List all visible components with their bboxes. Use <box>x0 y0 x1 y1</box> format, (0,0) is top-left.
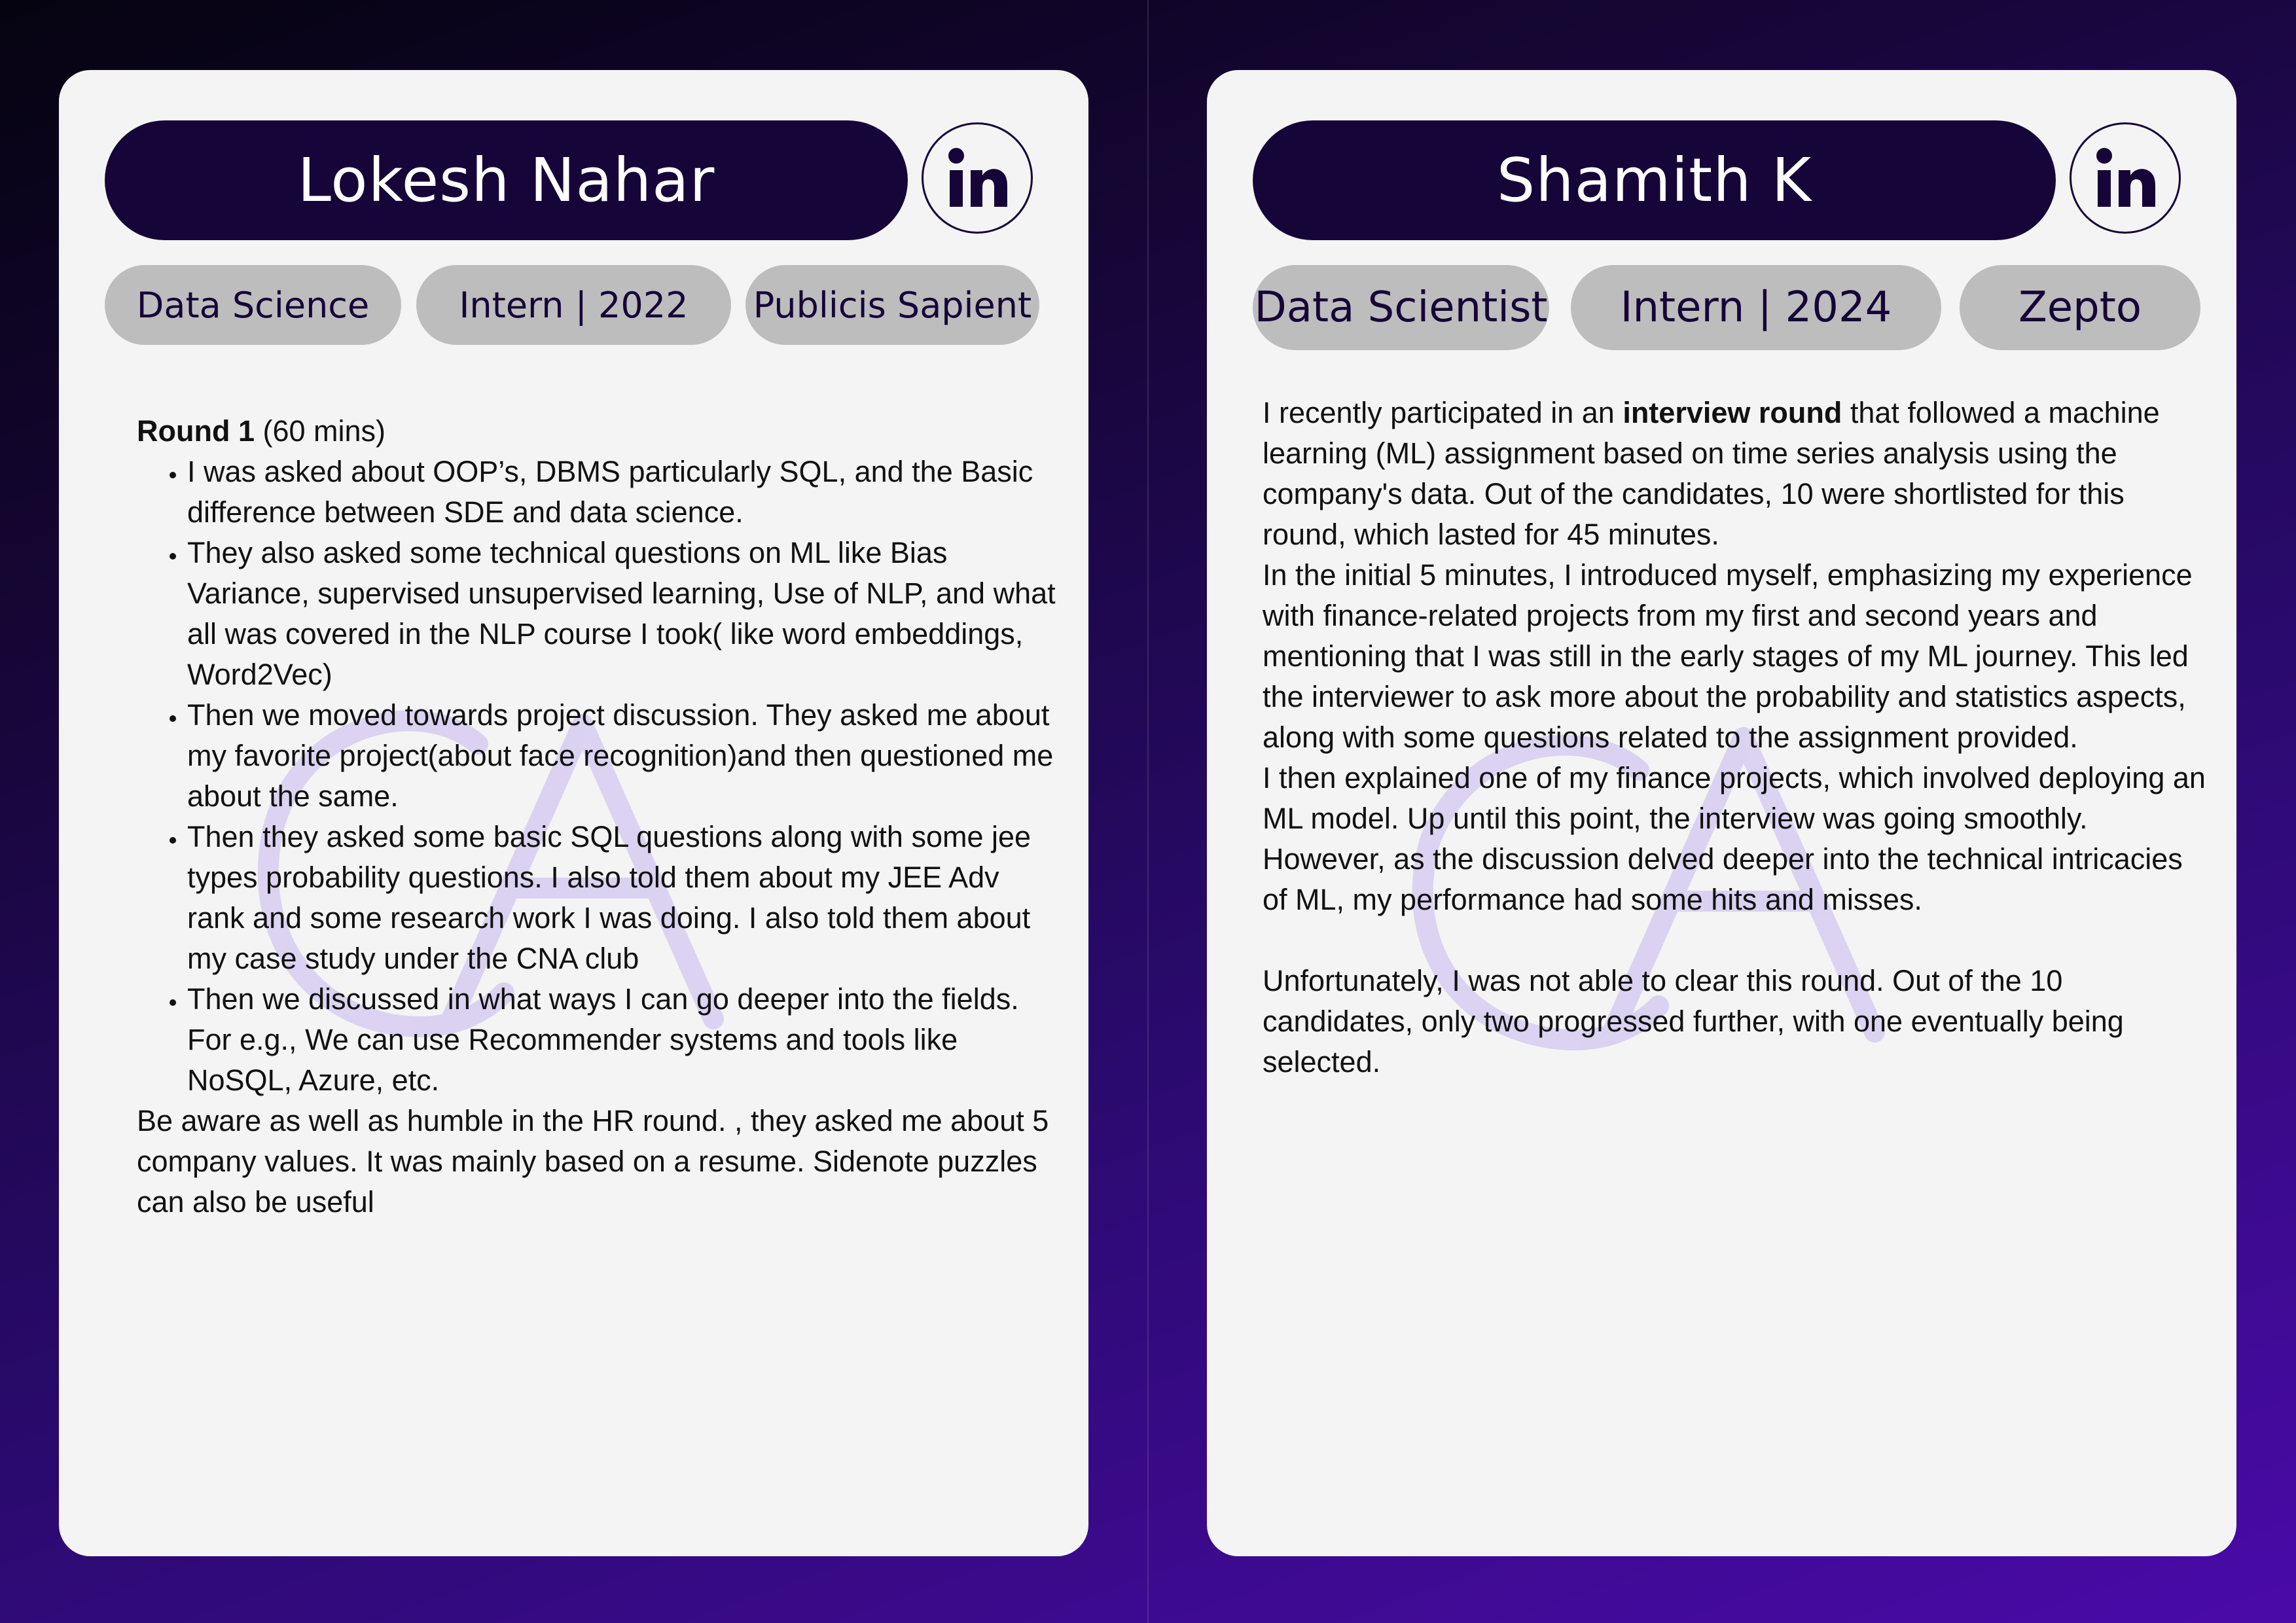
tag-role-year: Intern | 2022 <box>416 265 731 345</box>
linkedin-button[interactable] <box>2070 122 2181 234</box>
tag-role-year: Intern | 2024 <box>1571 265 1941 350</box>
round-heading: Round 1 (60 mins) <box>137 414 386 448</box>
candidate-name: Shamith K <box>1253 120 2056 240</box>
list-item: Then they asked some basic SQL questions… <box>187 817 1060 979</box>
page-divider <box>1147 0 1149 1623</box>
interview-content: I recently participated in an interview … <box>1263 393 2212 1082</box>
paragraph: In the initial 5 minutes, I introduced m… <box>1263 558 2193 754</box>
paragraph: I recently participated in an interview … <box>1263 396 2160 551</box>
tag-company: Publicis Sapient <box>745 265 1039 345</box>
list-item: They also asked some technical questions… <box>187 533 1060 695</box>
right-experience-card: Shamith K Data Scientist Intern | 2024 Z… <box>1207 70 2236 1556</box>
tag-domain: Data Science <box>105 265 401 345</box>
linkedin-icon <box>948 148 1007 207</box>
list-item: Then we moved towards project discussion… <box>187 695 1060 817</box>
left-experience-card: Lokesh Nahar Data Science Intern | 2022 … <box>59 70 1088 1556</box>
closing-note: Be aware as well as humble in the HR rou… <box>137 1104 1049 1219</box>
question-list: I was asked about OOP’s, DBMS particular… <box>137 452 1060 1101</box>
tag-domain: Data Scientist <box>1253 265 1549 350</box>
paragraph: Unfortunately, I was not able to clear t… <box>1263 964 2124 1079</box>
paragraph: I then explained one of my finance proje… <box>1263 761 2206 916</box>
list-item: Then we discussed in what ways I can go … <box>187 979 1060 1101</box>
tag-company: Zepto <box>1960 265 2200 350</box>
candidate-name: Lokesh Nahar <box>105 120 908 240</box>
interview-content: Round 1 (60 mins) I was asked about OOP’… <box>137 411 1060 1222</box>
list-item: I was asked about OOP’s, DBMS particular… <box>187 452 1060 533</box>
linkedin-icon <box>2096 148 2155 207</box>
linkedin-button[interactable] <box>922 122 1033 234</box>
